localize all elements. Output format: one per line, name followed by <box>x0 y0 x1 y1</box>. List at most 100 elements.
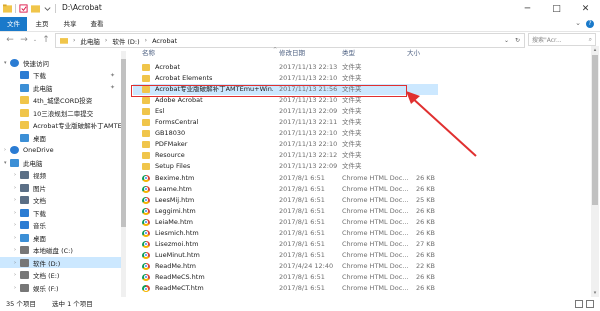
table-row[interactable]: Liesmich.htm 2017/8/1 6:51 Chrome HTML Doc… <box>133 228 438 239</box>
pc-icon <box>20 83 29 92</box>
sidebar-item[interactable]: › 音乐 <box>0 220 121 231</box>
search-input[interactable]: 搜索"Acr... ⌕ <box>528 33 596 46</box>
large-icons-view-icon[interactable] <box>586 300 594 308</box>
sidebar-item[interactable]: › 文档 (E:) <box>0 270 121 281</box>
properties-icon[interactable] <box>19 4 28 13</box>
table-row[interactable]: FormsCentral 2017/11/13 22:11 文件夹 <box>133 117 438 128</box>
sidebar-item[interactable]: › 下载 <box>0 207 121 218</box>
file-size <box>385 62 435 73</box>
file-date: 2017/8/1 6:51 <box>279 228 325 237</box>
file-size: 26 KB <box>415 184 435 193</box>
sidebar-item[interactable]: Acrobat专业版破解补丁AMTEm <box>0 120 126 131</box>
table-row[interactable]: Acrobat 2017/11/13 22:13 文件夹 <box>133 62 438 73</box>
folder-icon <box>142 141 150 149</box>
tab-share[interactable]: 共享 <box>59 17 81 31</box>
breadcrumb-this-pc[interactable]: 此电脑 <box>80 36 100 46</box>
navigation-scrollbar[interactable] <box>121 51 126 297</box>
table-row[interactable]: Leggimi.htm 2017/8/1 6:51 Chrome HTML Doc.… <box>133 206 438 217</box>
item-count: 35 个项目 <box>6 300 36 308</box>
file-list-scrollbar[interactable]: ▴ ▾ <box>591 46 599 297</box>
address-dropdown-icon[interactable]: ⌄ <box>504 37 509 44</box>
table-row[interactable]: PDFMaker 2017/11/13 22:10 文件夹 <box>133 139 438 150</box>
download-icon <box>20 71 29 79</box>
breadcrumb-acrobat[interactable]: Acrobat <box>152 37 177 45</box>
table-row[interactable]: Leame.htm 2017/8/1 6:51 Chrome HTML Doc...… <box>133 184 438 195</box>
sidebar-item-label: 此电脑 <box>33 84 53 93</box>
up-button[interactable]: ↑ <box>40 34 52 46</box>
file-date: 2017/8/1 6:51 <box>279 206 325 215</box>
sidebar-item[interactable]: 10三浪规划二审提交 <box>0 107 121 118</box>
navigation-scrollbar-thumb[interactable] <box>121 59 126 227</box>
table-row[interactable]: LeesMij.htm 2017/8/1 6:51 Chrome HTML Doc.… <box>133 195 438 206</box>
table-row[interactable]: ReadMe.htm 2017/4/24 12:40 Chrome HTML Doc… <box>133 261 438 272</box>
document-icon <box>20 196 29 204</box>
scroll-down-icon[interactable]: ▾ <box>591 289 599 297</box>
sidebar-item[interactable]: › 视频 <box>0 170 121 181</box>
table-row[interactable]: LeiaMe.htm 2017/8/1 6:51 Chrome HTML Doc..… <box>133 217 438 228</box>
sidebar-item-label: 视频 <box>33 172 46 180</box>
sidebar-item-label: 下载 <box>33 209 46 218</box>
table-row[interactable]: Lisezmoi.htm 2017/8/1 6:51 Chrome HTML Doc… <box>133 239 438 250</box>
sidebar-item[interactable]: ▾ 此电脑 <box>0 157 121 168</box>
column-header-name[interactable]: 名称 <box>142 46 155 60</box>
tab-view[interactable]: 查看 <box>86 17 108 31</box>
column-header-type[interactable]: 类型 <box>342 46 355 60</box>
music-icon <box>20 221 29 229</box>
table-row[interactable]: GB18030 2017/11/13 22:10 文件夹 <box>133 128 438 139</box>
folder-icon <box>20 121 29 129</box>
sidebar-item[interactable]: › 娱乐 (F:) <box>0 282 121 293</box>
file-date: 2017/11/13 22:13 <box>279 63 338 71</box>
file-date: 2017/8/1 6:51 <box>279 173 325 182</box>
back-button[interactable]: ← <box>4 34 16 46</box>
sidebar-item[interactable]: › 本地磁盘 (C:) <box>0 245 121 256</box>
ribbon: 文件 主页 共享 查看 ⌄ ? <box>0 17 600 32</box>
table-row[interactable]: ReadMeCT.htm 2017/8/1 6:51 Chrome HTML Doc… <box>133 283 438 294</box>
folder-icon <box>60 38 68 44</box>
table-row[interactable]: Esl 2017/11/13 22:09 文件夹 <box>133 106 438 117</box>
sidebar-item[interactable]: ▾ 快速访问 <box>0 57 121 68</box>
column-header-date[interactable]: 修改日期 <box>279 46 305 60</box>
file-date: 2017/8/1 6:51 <box>279 250 325 259</box>
sidebar-item[interactable]: › 软件 (D:) <box>0 257 121 268</box>
details-view-icon[interactable] <box>575 300 583 308</box>
file-name: LeiaMe.htm <box>155 217 193 226</box>
sidebar-item[interactable]: 此电脑 ✦ <box>0 82 121 93</box>
sidebar-item[interactable]: 桌面 <box>0 132 121 143</box>
folder-icon <box>142 108 150 116</box>
sidebar-item[interactable]: › 文档 <box>0 195 121 206</box>
breadcrumb-drive-d[interactable]: 软件 (D:) <box>112 36 139 46</box>
window-controls: ─ □ ✕ <box>513 0 600 17</box>
table-row[interactable]: LueMinut.htm 2017/8/1 6:51 Chrome HTML Doc… <box>133 250 438 261</box>
minimize-button[interactable]: ─ <box>513 0 542 17</box>
sidebar-item[interactable]: › 桌面 <box>0 232 121 243</box>
scroll-up-icon[interactable]: ▴ <box>591 46 599 54</box>
tab-file[interactable]: 文件 <box>0 17 27 31</box>
maximize-button[interactable]: □ <box>542 0 571 17</box>
help-icon[interactable]: ? <box>586 20 594 28</box>
view-switcher <box>575 300 594 308</box>
table-row[interactable]: Setup Files 2017/11/13 22:09 文件夹 <box>133 161 438 172</box>
sidebar-item-label: 10三浪规划二审提交 <box>33 109 94 118</box>
file-size: 22 KB <box>415 261 435 270</box>
sidebar-item[interactable]: › 图片 <box>0 182 121 193</box>
new-folder-icon[interactable] <box>31 4 40 13</box>
table-row[interactable]: Bexime.htm 2017/8/1 6:51 Chrome HTML Doc..… <box>133 173 438 184</box>
chrome-icon <box>142 273 150 281</box>
file-name: Setup Files <box>155 162 191 171</box>
annotation-arrow <box>406 91 477 157</box>
breadcrumb-separator-icon: › <box>73 37 76 44</box>
table-row[interactable]: Resource 2017/11/13 22:12 文件夹 <box>133 150 438 161</box>
table-row[interactable]: Acrobat Elements 2017/11/13 22:10 文件夹 <box>133 73 438 84</box>
file-list-scrollbar-thumb[interactable] <box>592 55 598 205</box>
customize-toolbar-icon[interactable] <box>43 4 52 13</box>
sidebar-item[interactable]: › OneDrive <box>0 145 121 156</box>
file-size: 26 KB <box>415 250 435 259</box>
tab-home[interactable]: 主页 <box>31 17 53 31</box>
close-button[interactable]: ✕ <box>571 0 600 17</box>
sidebar-item[interactable]: 4th_城堡CORD投资 <box>0 95 121 106</box>
table-row[interactable]: ReadMeCS.htm 2017/8/1 6:51 Chrome HTML Doc… <box>133 272 438 283</box>
column-header-size[interactable]: 大小 <box>407 46 420 60</box>
sidebar-item[interactable]: 下载 ✦ <box>0 70 121 81</box>
refresh-icon[interactable]: ↻ <box>515 37 520 44</box>
expand-ribbon-icon[interactable]: ⌄ <box>575 19 581 27</box>
